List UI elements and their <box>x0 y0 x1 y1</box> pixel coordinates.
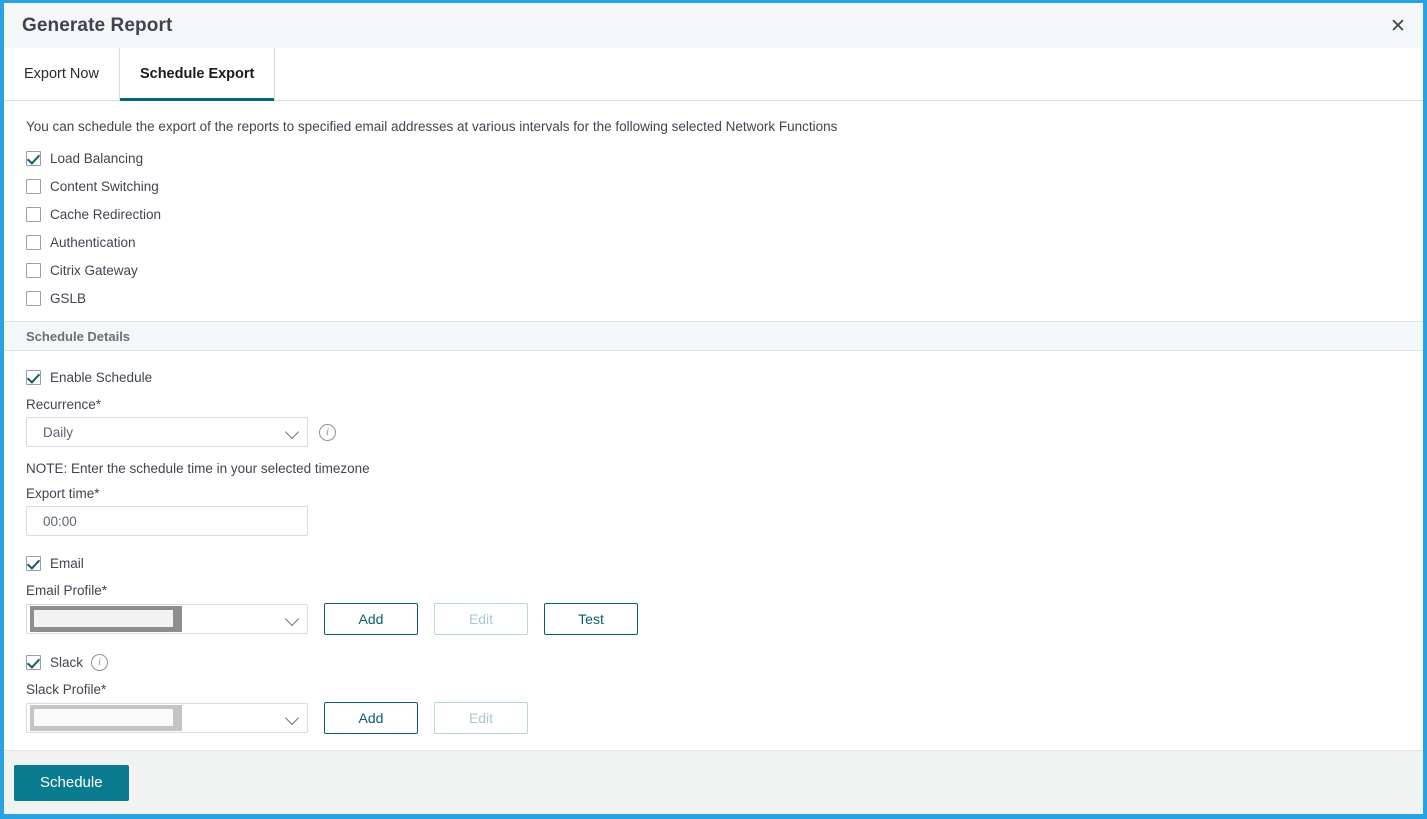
checkbox-load-balancing[interactable] <box>26 150 41 166</box>
checkbox-email[interactable] <box>26 555 41 571</box>
slack-profile-select[interactable] <box>26 703 308 733</box>
schedule-button[interactable]: Schedule <box>14 764 129 801</box>
tab-schedule-export[interactable]: Schedule Export <box>119 48 276 101</box>
checkbox-row-load-balancing[interactable]: Load Balancing <box>26 144 1423 172</box>
checkbox-row-content-switching[interactable]: Content Switching <box>26 172 1423 200</box>
info-icon-slack[interactable]: i <box>91 653 109 671</box>
email-profile-label: Email Profile* <box>26 583 108 598</box>
info-icon-recurrence[interactable]: i <box>319 423 336 441</box>
checkbox-slack[interactable] <box>26 654 41 670</box>
checkbox-row-authentication[interactable]: Authentication <box>26 228 1423 256</box>
checkbox-label: GSLB <box>50 290 87 306</box>
slack-profile-label: Slack Profile* <box>26 682 107 697</box>
recurrence-select[interactable]: Daily <box>26 417 308 447</box>
checkbox-label: Authentication <box>50 234 136 250</box>
checkbox-row-enable-schedule[interactable]: Enable Schedule <box>26 363 1423 391</box>
timezone-note: NOTE: Enter the schedule time in your se… <box>26 461 370 476</box>
slack-profile-edit-button[interactable]: Edit <box>434 702 528 734</box>
generate-report-dialog: Generate Report ✕ Export Now Schedule Ex… <box>0 0 1427 819</box>
email-profile-row: Add Edit Test <box>26 603 1423 635</box>
tab-bar: Export Now Schedule Export <box>4 48 1423 101</box>
close-icon[interactable]: ✕ <box>1383 11 1413 41</box>
dialog-footer: Schedule <box>4 750 1423 814</box>
page-title: Generate Report <box>22 14 173 36</box>
tab-bar-filler <box>275 48 1423 100</box>
email-profile-add-button[interactable]: Add <box>324 603 418 635</box>
checkbox-content-switching[interactable] <box>26 178 41 194</box>
checkbox-row-cache-redirection[interactable]: Cache Redirection <box>26 200 1423 228</box>
recurrence-label: Recurrence* <box>26 397 102 412</box>
export-time-label: Export time* <box>26 486 100 501</box>
checkbox-row-email[interactable]: Email <box>26 549 1423 577</box>
checkbox-gslb[interactable] <box>26 290 41 306</box>
email-profile-edit-button[interactable]: Edit <box>434 603 528 635</box>
checkbox-row-slack[interactable]: Slack i <box>26 648 1423 676</box>
email-profile-select-wrap[interactable] <box>26 604 308 634</box>
slack-profile-row: Add Edit <box>26 702 1423 734</box>
checkbox-enable-schedule[interactable] <box>26 369 41 385</box>
email-profile-select[interactable] <box>26 604 308 634</box>
schedule-details-form: Enable Schedule Recurrence* Daily i NOTE… <box>4 351 1423 734</box>
recurrence-select-wrap[interactable]: Daily <box>26 417 308 447</box>
export-time-input[interactable] <box>26 506 308 536</box>
dialog-titlebar: Generate Report ✕ <box>4 3 1423 48</box>
checkbox-label: Citrix Gateway <box>50 262 138 278</box>
checkbox-row-gslb[interactable]: GSLB <box>26 284 1423 312</box>
checkbox-label: Slack <box>50 654 84 670</box>
intro-description: You can schedule the export of the repor… <box>26 119 838 134</box>
recurrence-row: Daily i <box>26 417 1423 447</box>
checkbox-cache-redirection[interactable] <box>26 206 41 222</box>
checkbox-authentication[interactable] <box>26 234 41 250</box>
checkbox-label: Load Balancing <box>50 150 144 166</box>
checkbox-label: Cache Redirection <box>50 206 162 222</box>
tab-export-now[interactable]: Export Now <box>4 48 120 100</box>
network-functions-list: Load Balancing Content Switching Cache R… <box>4 134 1423 312</box>
checkbox-label: Content Switching <box>50 178 159 194</box>
dialog-body: You can schedule the export of the repor… <box>4 101 1423 750</box>
checkbox-citrix-gateway[interactable] <box>26 262 41 278</box>
checkbox-row-citrix-gateway[interactable]: Citrix Gateway <box>26 256 1423 284</box>
email-profile-test-button[interactable]: Test <box>544 603 638 635</box>
checkbox-label: Email <box>50 555 84 571</box>
slack-profile-select-wrap[interactable] <box>26 703 308 733</box>
section-header-schedule-details: Schedule Details <box>4 321 1423 351</box>
checkbox-label: Enable Schedule <box>50 369 153 385</box>
slack-profile-add-button[interactable]: Add <box>324 702 418 734</box>
